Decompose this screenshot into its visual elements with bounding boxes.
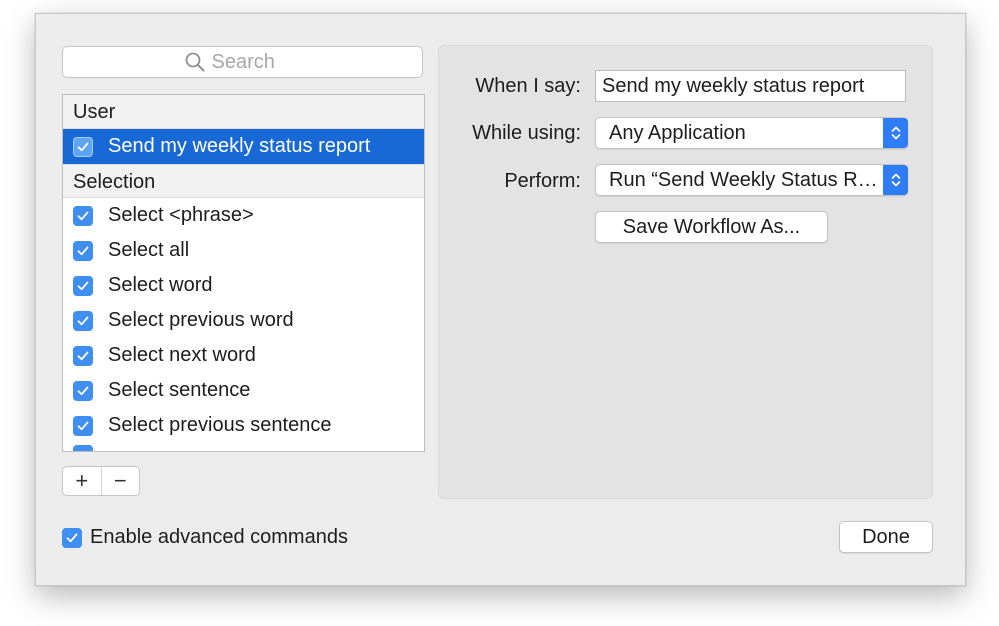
enable-advanced-commands[interactable]: Enable advanced commands: [62, 526, 348, 549]
list-item-label: Select next word: [108, 344, 256, 366]
list-item[interactable]: Send my weekly status report: [63, 129, 424, 164]
list-item-partial[interactable]: [63, 443, 424, 451]
group-header-selection: Selection: [63, 164, 424, 198]
list-item[interactable]: Select all: [63, 233, 424, 268]
checkmark-icon: [77, 386, 89, 395]
perform-value: Run “Send Weekly Status R…: [609, 168, 878, 191]
list-item-label: Select word: [108, 274, 213, 296]
list-item[interactable]: Select next word: [63, 338, 424, 373]
checkmark-icon: [66, 533, 78, 542]
checkmark-icon: [77, 142, 89, 151]
checkbox-checked[interactable]: [73, 205, 93, 226]
command-detail-panel: When I say: While using: Any Application…: [438, 45, 933, 499]
command-list[interactable]: User Send my weekly status report Select…: [62, 94, 425, 452]
checkbox-checked[interactable]: [73, 310, 93, 331]
list-item[interactable]: Select <phrase>: [63, 198, 424, 233]
list-item[interactable]: Select word: [63, 268, 424, 303]
popup-stepper-icon: [883, 118, 908, 148]
checkmark-icon: [77, 246, 89, 255]
checkmark-icon: [77, 211, 89, 220]
add-button[interactable]: +: [63, 467, 101, 495]
checkmark-icon: [77, 421, 89, 430]
list-item-label: Select previous word: [108, 309, 294, 331]
list-item[interactable]: Select previous word: [63, 303, 424, 338]
popup-stepper-icon: [883, 165, 908, 195]
list-item-label: Select all: [108, 239, 190, 261]
commands-dialog: User Send my weekly status report Select…: [35, 13, 966, 586]
list-item[interactable]: Select previous sentence: [63, 408, 424, 443]
checkmark-icon: [77, 281, 89, 290]
advanced-commands-label: Enable advanced commands: [90, 526, 348, 548]
checkbox-checked[interactable]: [73, 240, 93, 261]
perform-label: Perform:: [504, 170, 581, 192]
checkbox-checked[interactable]: [73, 445, 93, 451]
when-i-say-input[interactable]: [596, 71, 905, 101]
checkbox-checked[interactable]: [73, 136, 93, 157]
list-item[interactable]: Select sentence: [63, 373, 424, 408]
remove-button[interactable]: −: [100, 467, 140, 495]
checkbox-checked[interactable]: [73, 415, 93, 436]
checkbox-checked[interactable]: [73, 345, 93, 366]
when-i-say-field[interactable]: [595, 70, 906, 102]
checkmark-icon: [77, 316, 89, 325]
while-using-popup[interactable]: Any Application: [595, 117, 908, 149]
while-using-label: While using:: [472, 122, 581, 144]
list-item-label: Select previous sentence: [108, 414, 332, 436]
list-item-label: Select sentence: [108, 379, 251, 401]
magnifier-icon: [185, 52, 204, 72]
perform-popup[interactable]: Run “Send Weekly Status R…: [595, 164, 908, 196]
search-field[interactable]: [62, 46, 423, 78]
when-i-say-label: When I say:: [475, 75, 581, 97]
checkbox-checked[interactable]: [62, 527, 82, 548]
search-input[interactable]: [211, 50, 302, 74]
checkbox-checked[interactable]: [73, 380, 93, 401]
save-workflow-as-button[interactable]: Save Workflow As...: [595, 211, 828, 243]
checkmark-icon: [77, 351, 89, 360]
list-item-label: Select <phrase>: [108, 204, 254, 226]
group-header-user: User: [63, 95, 424, 129]
list-edit-controls: + −: [62, 466, 140, 496]
done-button[interactable]: Done: [839, 521, 933, 553]
checkbox-checked[interactable]: [73, 275, 93, 296]
list-item-label: Send my weekly status report: [108, 135, 371, 157]
while-using-value: Any Application: [609, 121, 746, 144]
